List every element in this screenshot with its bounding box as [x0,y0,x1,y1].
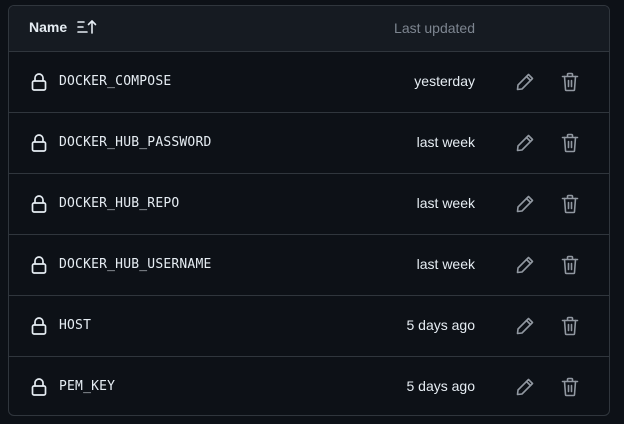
lock-icon [31,133,47,153]
pencil-icon [515,255,535,275]
trash-icon [561,72,579,92]
edit-secret-button[interactable] [514,193,536,215]
secret-row: DOCKER_HUB_USERNAME last week [9,235,609,296]
lock-icon [31,377,47,397]
pencil-icon [515,72,535,92]
edit-secret-button[interactable] [514,71,536,93]
sort-by-name-button[interactable]: Name [29,19,99,35]
delete-secret-button[interactable] [559,193,581,215]
secret-last-updated: last week [416,256,475,272]
last-updated-column-label: Last updated [394,20,475,36]
secret-last-updated: last week [416,195,475,211]
lock-icon [31,255,47,275]
pencil-icon [515,316,535,336]
edit-secret-button[interactable] [514,132,536,154]
secret-row: DOCKER_HUB_PASSWORD last week [9,113,609,174]
delete-secret-button[interactable] [559,254,581,276]
secret-name: DOCKER_HUB_REPO [59,196,180,211]
pencil-icon [515,194,535,214]
name-column-label: Name [29,19,68,35]
pencil-icon [515,377,535,397]
secret-name: DOCKER_HUB_USERNAME [59,257,212,272]
secret-last-updated: 5 days ago [406,378,476,394]
edit-secret-button[interactable] [514,254,536,276]
lock-icon [31,316,47,336]
secret-name: PEM_KEY [59,379,116,394]
lock-icon [31,194,47,214]
edit-secret-button[interactable] [514,376,536,398]
delete-secret-button[interactable] [559,376,581,398]
trash-icon [561,194,579,214]
delete-secret-button[interactable] [559,71,581,93]
secrets-table: Name Last updated DOCKER_COMPOSE yesterd… [8,5,610,416]
secret-name: DOCKER_HUB_PASSWORD [59,135,212,150]
table-header: Name Last updated [9,6,609,52]
secret-row: HOST 5 days ago [9,296,609,357]
trash-icon [561,255,579,275]
secret-row: DOCKER_COMPOSE yesterday [9,52,609,113]
secret-name: HOST [59,318,92,333]
secret-row: DOCKER_HUB_REPO last week [9,174,609,235]
trash-icon [561,133,579,153]
lock-icon [31,72,47,92]
secret-row: PEM_KEY 5 days ago [9,357,609,415]
secret-last-updated: last week [416,134,475,150]
secret-last-updated: yesterday [414,73,475,89]
pencil-icon [515,133,535,153]
edit-secret-button[interactable] [514,315,536,337]
delete-secret-button[interactable] [559,132,581,154]
trash-icon [561,316,579,336]
delete-secret-button[interactable] [559,315,581,337]
secret-last-updated: 5 days ago [406,317,476,333]
trash-icon [561,377,579,397]
sort-ascending-icon [77,19,99,35]
secret-name: DOCKER_COMPOSE [59,74,172,89]
